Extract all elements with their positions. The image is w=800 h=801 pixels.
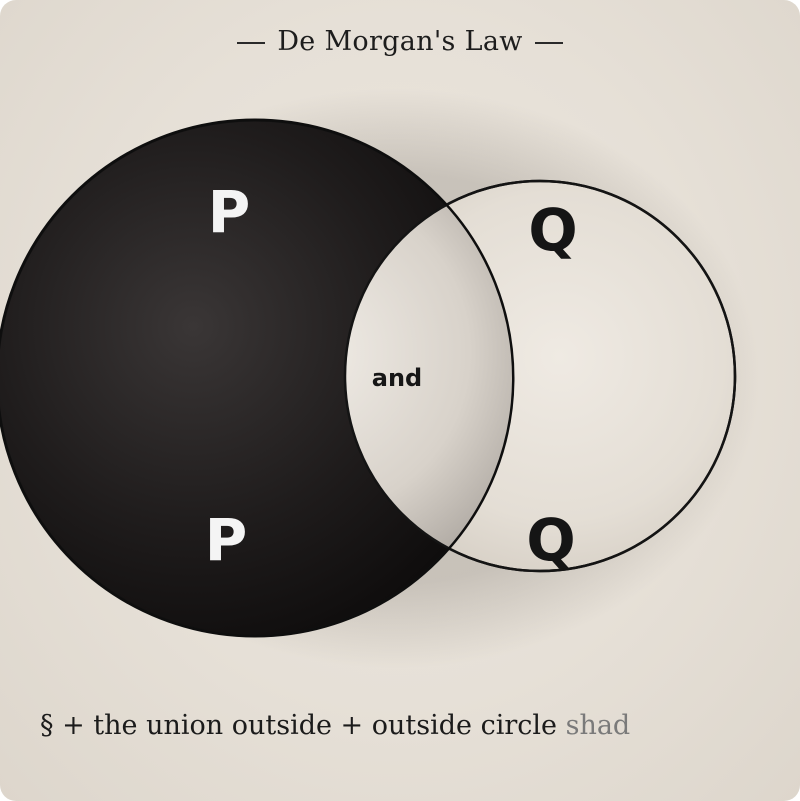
label-q-top: Q <box>528 196 577 264</box>
caption-faded: shad <box>565 710 631 741</box>
venn-diagram: P Q and P Q <box>0 88 760 668</box>
label-p-bottom: P <box>205 506 248 574</box>
label-q-bottom: Q <box>526 506 575 574</box>
label-p-top: P <box>208 178 251 246</box>
diagram-card: De Morgan's Law P Q and P Q § + the unio… <box>0 0 800 801</box>
caption: § + the union outside + outside circle s… <box>40 710 760 741</box>
caption-main: § + the union outside + outside circle <box>40 710 557 741</box>
label-center: and <box>372 364 422 392</box>
